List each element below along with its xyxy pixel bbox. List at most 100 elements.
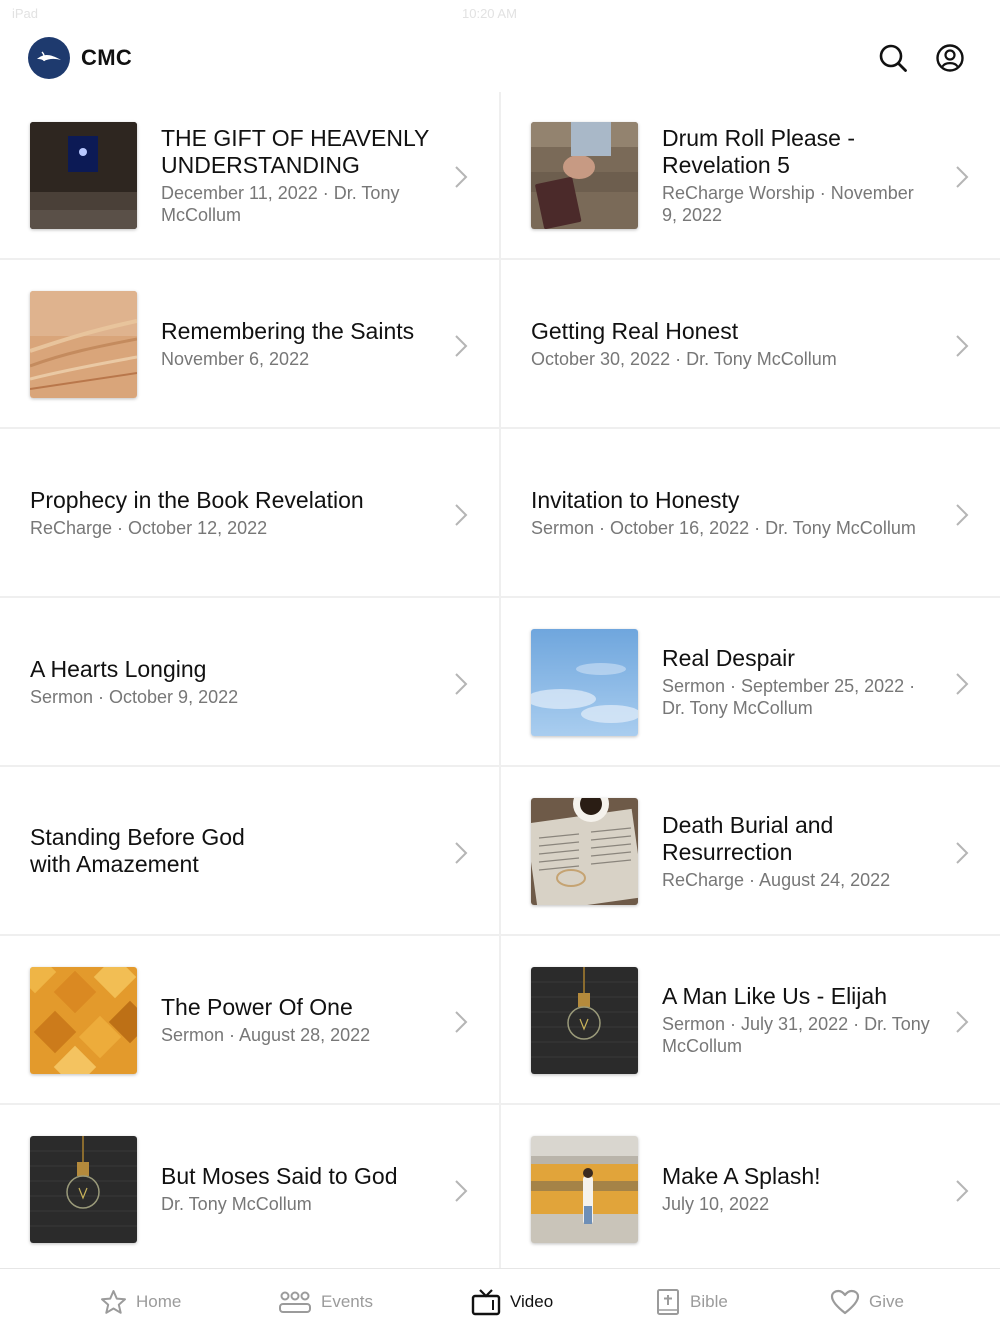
video-text: But Moses Said to God Dr. Tony McCollum <box>161 1106 430 1272</box>
chevron-right-icon <box>956 335 969 357</box>
tab-label: Home <box>136 1292 182 1311</box>
video-meta: ReCharge Worship · November 9, 2022 <box>662 182 914 225</box>
video-meta: Sermon · October 9, 2022 <box>30 687 239 707</box>
video-text: Invitation to Honesty Sermon · October 1… <box>531 430 941 596</box>
video-title: Prophecy in the Book Revelation <box>30 487 364 513</box>
video-meta: Sermon · July 31, 2022 · Dr. Tony McColl… <box>662 1014 930 1056</box>
chevron-right-icon <box>956 1011 969 1033</box>
video-thumbnail <box>30 1136 137 1243</box>
video-meta: ReCharge · August 24, 2022 <box>662 869 891 890</box>
chevron-right-icon <box>956 166 969 188</box>
video-item[interactable]: Remembering the Saints November 6, 2022 <box>0 261 500 429</box>
video-meta: Sermon · August 28, 2022 <box>161 1025 371 1045</box>
video-item[interactable]: Getting Real Honest October 30, 2022 · D… <box>501 261 1000 429</box>
search-icon[interactable] <box>877 42 909 74</box>
tab-label: Video <box>510 1292 554 1311</box>
chevron-right-icon <box>956 504 969 526</box>
video-meta: October 30, 2022 · Dr. Tony McCollum <box>531 349 837 369</box>
brand-name[interactable]: CMC <box>81 45 132 71</box>
account-icon[interactable] <box>934 42 966 74</box>
video-title: A Man Like Us - Elijah <box>662 983 887 1009</box>
video-thumbnail <box>531 1136 638 1243</box>
video-thumbnail <box>531 122 638 229</box>
video-item[interactable]: Drum Roll Please - Revelation 5 ReCharge… <box>501 92 1000 260</box>
tv-icon <box>471 1289 501 1316</box>
video-text: Drum Roll Please - Revelation 5 ReCharge… <box>662 92 931 258</box>
video-text: The Power Of One Sermon · August 28, 202… <box>161 937 430 1103</box>
video-text: Prophecy in the Book Revelation ReCharge… <box>30 430 440 596</box>
video-meta: December 11, 2022 · Dr. Tony McCollum <box>161 182 400 225</box>
video-item[interactable]: Real Despair Sermon · September 25, 2022… <box>501 599 1000 767</box>
bible-icon <box>657 1289 679 1315</box>
video-title: Real Despair <box>662 645 795 671</box>
video-title: But Moses Said to God <box>161 1163 398 1189</box>
video-meta: Sermon · September 25, 2022 · Dr. Tony M… <box>662 676 916 718</box>
video-title: Death Burial and Resurrection <box>662 811 834 865</box>
tab-label: Bible <box>690 1292 728 1311</box>
video-item[interactable]: Invitation to Honesty Sermon · October 1… <box>501 430 1000 598</box>
chevron-right-icon <box>956 842 969 864</box>
chevron-right-icon <box>455 166 468 188</box>
tab-bar: Home Events Video Bible Give <box>0 1268 1000 1334</box>
video-item[interactable]: Death Burial and Resurrection ReCharge ·… <box>501 768 1000 936</box>
video-item[interactable]: A Hearts Longing Sermon · October 9, 202… <box>0 599 500 767</box>
video-item[interactable]: Prophecy in the Book Revelation ReCharge… <box>0 430 500 598</box>
heart-icon <box>830 1289 860 1315</box>
video-text: A Man Like Us - Elijah Sermon · July 31,… <box>662 937 931 1103</box>
video-title: Remembering the Saints <box>161 318 415 344</box>
people-icon <box>279 1291 311 1313</box>
video-text: THE GIFT OF HEAVENLY UNDERSTANDING Decem… <box>161 92 430 258</box>
chevron-right-icon <box>455 673 468 695</box>
chevron-right-icon <box>455 842 468 864</box>
tab-video[interactable]: Video <box>471 1269 553 1334</box>
video-title: Invitation to Honesty <box>531 487 740 513</box>
chevron-right-icon <box>455 1011 468 1033</box>
video-text: A Hearts Longing Sermon · October 9, 202… <box>30 599 440 765</box>
tab-label: Events <box>321 1292 373 1311</box>
dove-icon[interactable] <box>28 37 70 79</box>
chevron-right-icon <box>956 673 969 695</box>
status-time: 10:20 AM <box>462 6 517 21</box>
video-thumbnail <box>531 798 638 905</box>
chevron-right-icon <box>455 504 468 526</box>
tab-bible[interactable]: Bible <box>655 1269 728 1334</box>
status-device: iPad <box>12 6 39 21</box>
chevron-right-icon <box>455 1180 468 1202</box>
video-item[interactable]: Standing Before God with Amazement <box>0 768 500 936</box>
video-item[interactable]: Make A Splash! July 10, 2022 <box>501 1106 1000 1274</box>
tab-give[interactable]: Give <box>830 1269 904 1334</box>
video-title: THE GIFT OF HEAVENLY UNDERSTANDING <box>161 124 429 178</box>
video-title: The Power Of One <box>161 994 353 1020</box>
tab-events[interactable]: Events <box>278 1269 373 1334</box>
video-title: Getting Real Honest <box>531 318 739 344</box>
video-meta: ReCharge · October 12, 2022 <box>30 518 268 538</box>
video-text: Real Despair Sermon · September 25, 2022… <box>662 599 931 765</box>
star-icon <box>101 1290 126 1314</box>
video-text: Getting Real Honest October 30, 2022 · D… <box>531 261 941 427</box>
video-thumbnail <box>531 967 638 1074</box>
video-title: Drum Roll Please - Revelation 5 <box>662 124 855 178</box>
video-meta: Sermon · October 16, 2022 · Dr. Tony McC… <box>531 518 916 538</box>
status-bar: iPad 10:20 AM <box>0 0 1000 28</box>
video-title: Make A Splash! <box>662 1163 821 1189</box>
video-item[interactable]: THE GIFT OF HEAVENLY UNDERSTANDING Decem… <box>0 92 500 260</box>
video-text: Make A Splash! July 10, 2022 <box>662 1106 931 1272</box>
video-meta: July 10, 2022 <box>662 1194 770 1214</box>
video-text: Remembering the Saints November 6, 2022 <box>161 261 430 427</box>
chevron-right-icon <box>455 335 468 357</box>
video-item[interactable]: A Man Like Us - Elijah Sermon · July 31,… <box>501 937 1000 1105</box>
video-meta: Dr. Tony McCollum <box>161 1194 312 1214</box>
tab-label: Give <box>869 1292 904 1311</box>
video-title: Standing Before God with Amazement <box>30 824 245 877</box>
video-item[interactable]: But Moses Said to God Dr. Tony McCollum <box>0 1106 500 1274</box>
video-thumbnail <box>30 291 137 398</box>
video-grid: THE GIFT OF HEAVENLY UNDERSTANDING Decem… <box>0 92 1000 1274</box>
video-text: Death Burial and Resurrection ReCharge ·… <box>662 768 931 934</box>
tab-home[interactable]: Home <box>100 1269 181 1334</box>
video-item[interactable]: The Power Of One Sermon · August 28, 202… <box>0 937 500 1105</box>
video-thumbnail <box>30 967 137 1074</box>
video-thumbnail <box>30 122 137 229</box>
video-text: Standing Before God with Amazement <box>30 768 440 934</box>
app-header: CMC <box>0 28 1000 90</box>
video-meta: November 6, 2022 <box>161 349 310 369</box>
